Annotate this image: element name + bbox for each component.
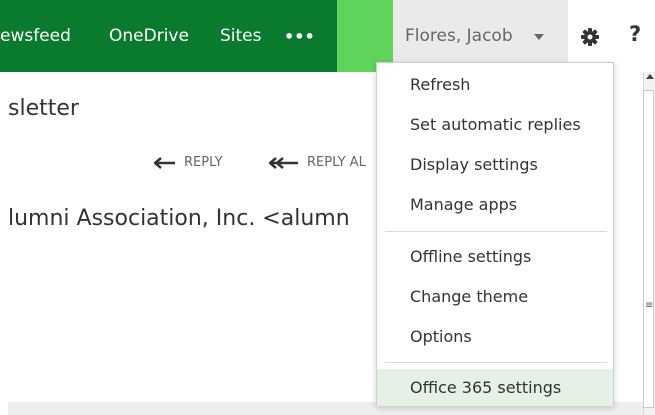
- reply-all-button[interactable]: REPLY AL: [269, 155, 366, 170]
- help-button[interactable]: ?: [612, 0, 655, 72]
- grip-icon: ≡: [645, 300, 654, 311]
- more-icon[interactable]: •••: [284, 27, 315, 46]
- menu-item-change-theme[interactable]: Change theme: [377, 279, 613, 315]
- reply-all-label: REPLY AL: [307, 155, 366, 170]
- menu-item-display-settings[interactable]: Display settings: [377, 147, 613, 183]
- menu-item-offline-settings[interactable]: Offline settings: [377, 239, 613, 275]
- gear-icon: [581, 28, 599, 46]
- user-name: Flores, Jacob: [405, 26, 513, 46]
- menu-item-automatic-replies[interactable]: Set automatic replies: [377, 107, 613, 143]
- nav-link-sites[interactable]: Sites: [220, 26, 262, 46]
- nav-link-newsfeed[interactable]: ewsfeed: [0, 26, 71, 46]
- menu-item-options[interactable]: Options: [377, 319, 613, 355]
- email-subject: sletter: [8, 96, 79, 121]
- arrow-left-icon: [154, 156, 175, 169]
- menu-divider: [385, 362, 607, 363]
- menu-item-manage-apps[interactable]: Manage apps: [377, 187, 613, 223]
- help-icon: ?: [629, 22, 642, 46]
- scrollbar-thumb[interactable]: [643, 90, 654, 408]
- menu-item-refresh[interactable]: Refresh: [377, 67, 613, 103]
- menu-item-office-365-settings[interactable]: Office 365 settings: [377, 369, 613, 406]
- scroll-up-icon[interactable]: [646, 74, 654, 79]
- nav-link-onedrive[interactable]: OneDrive: [109, 26, 189, 46]
- menu-divider: [385, 231, 607, 232]
- settings-dropdown-menu: Refresh Set automatic replies Display se…: [376, 62, 614, 406]
- email-sender: lumni Association, Inc. <alumn: [8, 206, 350, 231]
- double-arrow-left-icon: [269, 156, 298, 169]
- reply-label: REPLY: [184, 155, 223, 170]
- reply-button[interactable]: REPLY: [154, 155, 223, 170]
- chevron-down-icon: [534, 34, 544, 40]
